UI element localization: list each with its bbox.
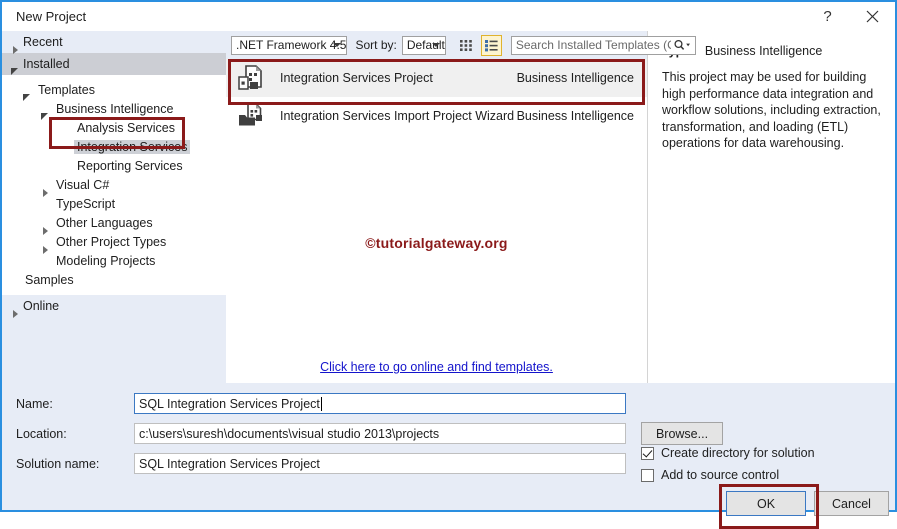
create-directory-checkbox-row[interactable]: Create directory for solution	[641, 446, 815, 460]
chevron-down-icon	[333, 43, 342, 47]
list-view-icon	[484, 39, 498, 51]
tree-item-label: Other Project Types	[56, 234, 167, 249]
search-icon[interactable]	[673, 39, 695, 51]
title-bar: New Project ?	[2, 2, 895, 31]
name-row: Name: SQL Integration Services Project	[16, 393, 626, 414]
location-input-value: c:\users\suresh\documents\visual studio …	[139, 426, 440, 441]
location-label: Location:	[16, 426, 67, 441]
tree-item-label: Samples	[25, 272, 74, 287]
solution-name-input-value: SQL Integration Services Project	[139, 456, 320, 471]
name-label: Name:	[16, 396, 53, 411]
tree-item-modeling-projects[interactable]: Modeling Projects	[2, 251, 226, 270]
new-project-dialog: New Project ? Recent Installed Templates…	[0, 0, 897, 529]
tree-item-label: Templates	[38, 82, 95, 97]
tree-item-label: TypeScript	[56, 196, 116, 211]
title-bar-buttons: ?	[805, 2, 895, 31]
tree-item-label: Analysis Services	[77, 120, 175, 135]
sidebar-item-recent-label: Recent	[23, 35, 63, 49]
template-type-value: Business Intelligence	[704, 44, 823, 58]
templates-panel: .NET Framework 4.5 Sort by: Default Sear…	[226, 31, 696, 383]
framework-select[interactable]: .NET Framework 4.5	[231, 35, 348, 55]
browse-button[interactable]: Browse...	[641, 422, 723, 445]
location-row: Location: c:\users\suresh\documents\visu…	[16, 422, 723, 445]
tree-item-label: Business Intelligence	[56, 101, 174, 116]
solution-name-row: Solution name: SQL Integration Services …	[16, 453, 626, 474]
tree-item-other-project-types[interactable]: Other Project Types	[2, 232, 226, 254]
source-control-checkbox-row[interactable]: Add to source control	[641, 468, 779, 482]
name-input[interactable]: SQL Integration Services Project	[134, 393, 626, 414]
search-input[interactable]	[511, 37, 673, 53]
sidebar-item-installed[interactable]: Installed	[2, 53, 226, 75]
ssis-import-wizard-icon	[234, 100, 270, 132]
sidebar-filler	[2, 317, 226, 383]
list-view-button[interactable]	[480, 34, 502, 56]
location-input[interactable]: c:\users\suresh\documents\visual studio …	[134, 423, 626, 444]
grid-view-button[interactable]	[456, 35, 477, 56]
tree-item-business-intelligence[interactable]: Business Intelligence	[2, 99, 226, 120]
solution-name-label: Solution name:	[16, 456, 100, 471]
create-directory-label: Create directory for solution	[661, 446, 815, 460]
sort-by-select[interactable]: Default	[401, 35, 446, 55]
tree-item-integration-services[interactable]: Integration Services	[2, 137, 226, 156]
tree-item-label: Modeling Projects	[56, 253, 156, 268]
template-description: This project may be used for building hi…	[662, 70, 881, 150]
solution-name-input[interactable]: SQL Integration Services Project	[134, 453, 626, 474]
tree-item-other-languages[interactable]: Other Languages	[2, 213, 226, 235]
template-item-name: Integration Services Import Project Wiza…	[280, 109, 515, 123]
template-item-category: Business Intelligence	[516, 109, 634, 123]
sidebar-item-recent[interactable]: Recent	[2, 31, 226, 54]
tree-item-visual-csharp[interactable]: Visual C#	[2, 175, 226, 197]
dialog-title: New Project	[16, 9, 87, 24]
view-mode-buttons	[456, 34, 502, 56]
dialog-content: Recent Installed Templates Business Inte…	[2, 31, 895, 529]
ok-button-wrapper: OK	[719, 484, 819, 529]
search-box[interactable]	[510, 35, 696, 55]
chevron-down-icon	[431, 43, 440, 47]
name-input-value: SQL Integration Services Project	[139, 396, 320, 411]
template-item-import-project-wizard[interactable]: Integration Services Import Project Wiza…	[226, 97, 647, 135]
tree-item-reporting-services[interactable]: Reporting Services	[2, 156, 226, 175]
framework-select-value: .NET Framework 4.5	[236, 38, 347, 52]
source-control-label: Add to source control	[661, 468, 780, 482]
template-tree: Templates Business Intelligence Analysis…	[2, 75, 226, 295]
watermark-text: ©tutorialgateway.org	[365, 235, 508, 251]
template-details-panel: Type: Business Intelligence This project…	[647, 31, 895, 383]
tree-item-samples[interactable]: Samples	[2, 270, 226, 289]
close-button[interactable]	[850, 2, 895, 31]
close-icon	[866, 10, 879, 23]
sort-by-label: Sort by:	[355, 38, 397, 52]
help-button[interactable]: ?	[805, 2, 850, 31]
sidebar-item-online[interactable]: Online	[2, 295, 226, 318]
sidebar-item-online-label: Online	[23, 299, 60, 313]
create-directory-checkbox[interactable]	[641, 446, 654, 460]
ok-button[interactable]: OK	[726, 491, 806, 516]
source-control-checkbox[interactable]	[641, 468, 654, 482]
project-settings-form: Name: SQL Integration Services Project L…	[2, 383, 895, 529]
tree-item-label: Reporting Services	[77, 158, 183, 173]
templates-list: Integration Services Project Business In…	[226, 59, 647, 383]
template-item-integration-services-project[interactable]: Integration Services Project Business In…	[226, 59, 647, 97]
text-caret	[320, 396, 322, 411]
tree-item-label: Other Languages	[56, 215, 153, 230]
question-mark-icon: ?	[823, 8, 832, 25]
template-item-category: Business Intelligence	[516, 71, 634, 85]
ssis-project-icon	[234, 62, 270, 94]
tree-item-label: Integration Services	[74, 139, 191, 154]
grid-view-icon	[459, 39, 472, 51]
tree-item-analysis-services[interactable]: Analysis Services	[2, 118, 226, 137]
cancel-button[interactable]: Cancel	[814, 491, 889, 516]
templates-toolbar: .NET Framework 4.5 Sort by: Default	[226, 31, 696, 59]
dialog-upper-section: Recent Installed Templates Business Inte…	[2, 31, 895, 383]
tree-item-typescript[interactable]: TypeScript	[2, 194, 226, 213]
category-sidebar: Recent Installed Templates Business Inte…	[2, 31, 226, 383]
tree-item-label: Visual C#	[56, 177, 110, 192]
go-online-link[interactable]: Click here to go online and find templat…	[226, 360, 647, 374]
template-item-name: Integration Services Project	[280, 71, 433, 85]
sidebar-item-installed-label: Installed	[23, 57, 70, 71]
tree-item-templates[interactable]: Templates	[2, 80, 226, 101]
